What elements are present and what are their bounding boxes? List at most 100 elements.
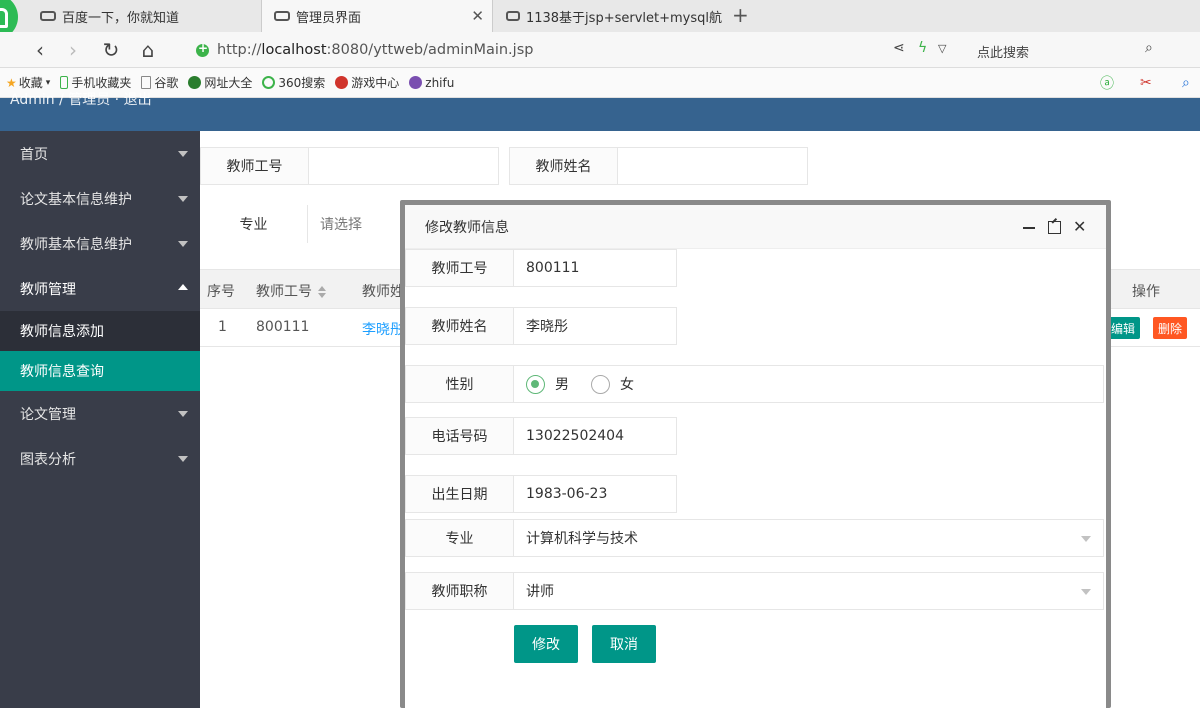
close-tab-icon[interactable]: ✕ <box>471 7 484 25</box>
sidebar-item-teacher-info[interactable]: 教师基本信息维护 <box>0 221 200 266</box>
chevron-down-icon[interactable]: ▽ <box>938 42 946 55</box>
cancel-button[interactable]: 取消 <box>592 625 656 663</box>
sidebar-item-label: 教师基本信息维护 <box>20 236 132 253</box>
sidebar-item-paper-info[interactable]: 论文基本信息维护 <box>0 176 200 221</box>
back-icon[interactable]: ‹ <box>29 38 51 62</box>
column-header-label: 教师工号 <box>256 284 312 300</box>
secure-shield-icon <box>196 41 209 57</box>
search360-icon <box>262 76 276 89</box>
address-bar[interactable]: http:// localhost :8080/yttweb/adminMain… <box>196 38 533 62</box>
phone-icon <box>60 76 69 89</box>
sidebar-item-paper-manage[interactable]: 论文管理 <box>0 391 200 436</box>
app-brand[interactable]: Admin / 管理员 · 退出 <box>10 89 152 109</box>
bookmark-label: 游戏中心 <box>351 76 400 90</box>
browser-tab-project[interactable]: 1138基于jsp+servlet+mysql航 <box>494 0 722 32</box>
bookmark-360[interactable]: 360搜索 <box>262 74 325 91</box>
phone-field[interactable]: 13022502404 <box>514 418 676 454</box>
reload-icon[interactable]: ↻ <box>100 38 122 62</box>
cell-index: 1 <box>218 319 227 335</box>
edit-button[interactable]: 编辑 <box>1106 317 1141 339</box>
title-select[interactable]: 讲师 <box>514 573 1103 609</box>
radio-unchecked-icon <box>591 374 610 394</box>
browser-tab-title: 管理员界面 <box>296 10 362 26</box>
home-icon[interactable]: ⌂ <box>137 38 159 62</box>
bookmark-games[interactable]: 游戏中心 <box>335 74 399 91</box>
column-header: 教师姓 <box>362 284 404 300</box>
modal-phone-row: 电话号码 13022502404 <box>405 417 677 455</box>
field-label: 电话号码 <box>406 418 514 454</box>
sidebar-item-label: 教师管理 <box>20 281 76 298</box>
field-label: 教师职称 <box>406 573 514 609</box>
hao-icon <box>188 76 202 89</box>
caret-down-icon <box>178 456 188 462</box>
modal-teacher-name-row: 教师姓名 李晓彤 <box>405 307 677 345</box>
browser-tab-baidu[interactable]: 百度一下，你就知道 <box>28 0 260 32</box>
field-label: 专业 <box>200 205 308 243</box>
bookmark-label: 360搜索 <box>278 76 326 90</box>
lightning-icon[interactable]: ϟ <box>918 40 927 56</box>
browser-tab-title: 百度一下，你就知道 <box>62 10 180 26</box>
teacher-name-input[interactable] <box>618 148 807 184</box>
browser-navbar: ‹ › ↻ ⌂ http:// localhost :8080/yttweb/a… <box>0 32 1200 68</box>
url-path: :8080/yttweb/adminMain.jsp <box>326 42 534 58</box>
browser-tabbar: 百度一下，你就知道 管理员界面 ✕ 1138基于jsp+servlet+mysq… <box>0 0 1200 40</box>
radio-label: 男 <box>555 377 569 393</box>
major-select[interactable]: 计算机科学与技术 <box>514 520 1103 556</box>
modal-major-row: 专业 计算机科学与技术 <box>405 519 1104 557</box>
cell-teacher-name-link[interactable]: 李晓彤 <box>362 319 404 339</box>
chevron-down-icon <box>1081 589 1091 595</box>
new-tab-icon[interactable]: + <box>732 3 749 27</box>
forward-icon[interactable]: › <box>62 38 84 62</box>
chevron-down-icon: ▾ <box>45 77 51 88</box>
search-hint[interactable]: 点此搜索 <box>977 42 1029 61</box>
sidebar-item-label: 论文基本信息维护 <box>20 191 132 208</box>
minimize-icon[interactable] <box>1023 227 1035 229</box>
browser-tab-title: 1138基于jsp+servlet+mysql航 <box>525 10 722 26</box>
translate-icon[interactable]: ⓐ <box>1100 73 1114 93</box>
zhifu-icon <box>409 76 423 89</box>
delete-button[interactable]: 删除 <box>1153 317 1188 339</box>
teacher-id-field[interactable]: 800111 <box>514 250 676 286</box>
sidebar-subitem-teacher-query[interactable]: 教师信息查询 <box>0 351 200 391</box>
caret-down-icon <box>178 411 188 417</box>
search-icon[interactable]: ⌕ <box>1145 40 1153 56</box>
bookmark-label: 网址大全 <box>204 76 253 90</box>
url-scheme: http:// <box>217 42 262 58</box>
sidebar-item-teacher-manage[interactable]: 教师管理 <box>0 266 200 311</box>
browser-tab-admin[interactable]: 管理员界面 ✕ <box>261 0 493 32</box>
gender-female-radio[interactable]: 女 <box>591 374 634 394</box>
close-icon[interactable]: ✕ <box>1073 217 1086 236</box>
sidebar-item-label: 论文管理 <box>20 406 76 423</box>
field-label: 教师姓名 <box>510 148 618 184</box>
maximize-icon[interactable] <box>1048 221 1061 234</box>
field-label: 性别 <box>406 366 514 402</box>
bookmark-hao[interactable]: 网址大全 <box>188 74 252 91</box>
radio-label: 女 <box>620 377 634 393</box>
url-host: localhost <box>261 42 327 58</box>
search-icon[interactable]: ⌕ <box>1182 75 1190 91</box>
column-header-teacher-id[interactable]: 教师工号 <box>256 281 326 301</box>
teacher-name-field[interactable]: 李晓彤 <box>514 308 676 344</box>
column-header: 操作 <box>1132 284 1160 300</box>
bookmark-zhifu[interactable]: zhifu <box>409 76 454 90</box>
chevron-down-icon <box>1081 536 1091 542</box>
sidebar-subitem-teacher-add[interactable]: 教师信息添加 <box>0 311 200 351</box>
birth-date-field[interactable]: 1983-06-23 <box>514 476 676 512</box>
game-icon <box>335 76 349 89</box>
scissors-icon[interactable]: ✂ <box>1140 75 1152 91</box>
caret-up-icon <box>178 284 188 290</box>
gender-male-radio[interactable]: 男 <box>526 374 569 394</box>
teacher-id-input[interactable] <box>309 148 498 184</box>
caret-down-icon <box>178 196 188 202</box>
modal-title-bar: 修改教师信息 ✕ <box>405 205 1106 249</box>
sidebar-item-charts[interactable]: 图表分析 <box>0 436 200 481</box>
sidebar-subitem-label: 教师信息查询 <box>20 364 104 380</box>
star-icon: ★ <box>6 75 17 90</box>
sidebar-subitem-label: 教师信息添加 <box>20 324 104 340</box>
share-icon[interactable]: ⋖ <box>893 40 905 56</box>
modal-title: 修改教师信息 <box>425 219 509 236</box>
app-header: Admin / 管理员 · 退出 <box>0 92 1200 131</box>
field-label: 出生日期 <box>406 476 514 512</box>
save-button[interactable]: 修改 <box>514 625 578 663</box>
sidebar-item-home[interactable]: 首页 <box>0 131 200 176</box>
